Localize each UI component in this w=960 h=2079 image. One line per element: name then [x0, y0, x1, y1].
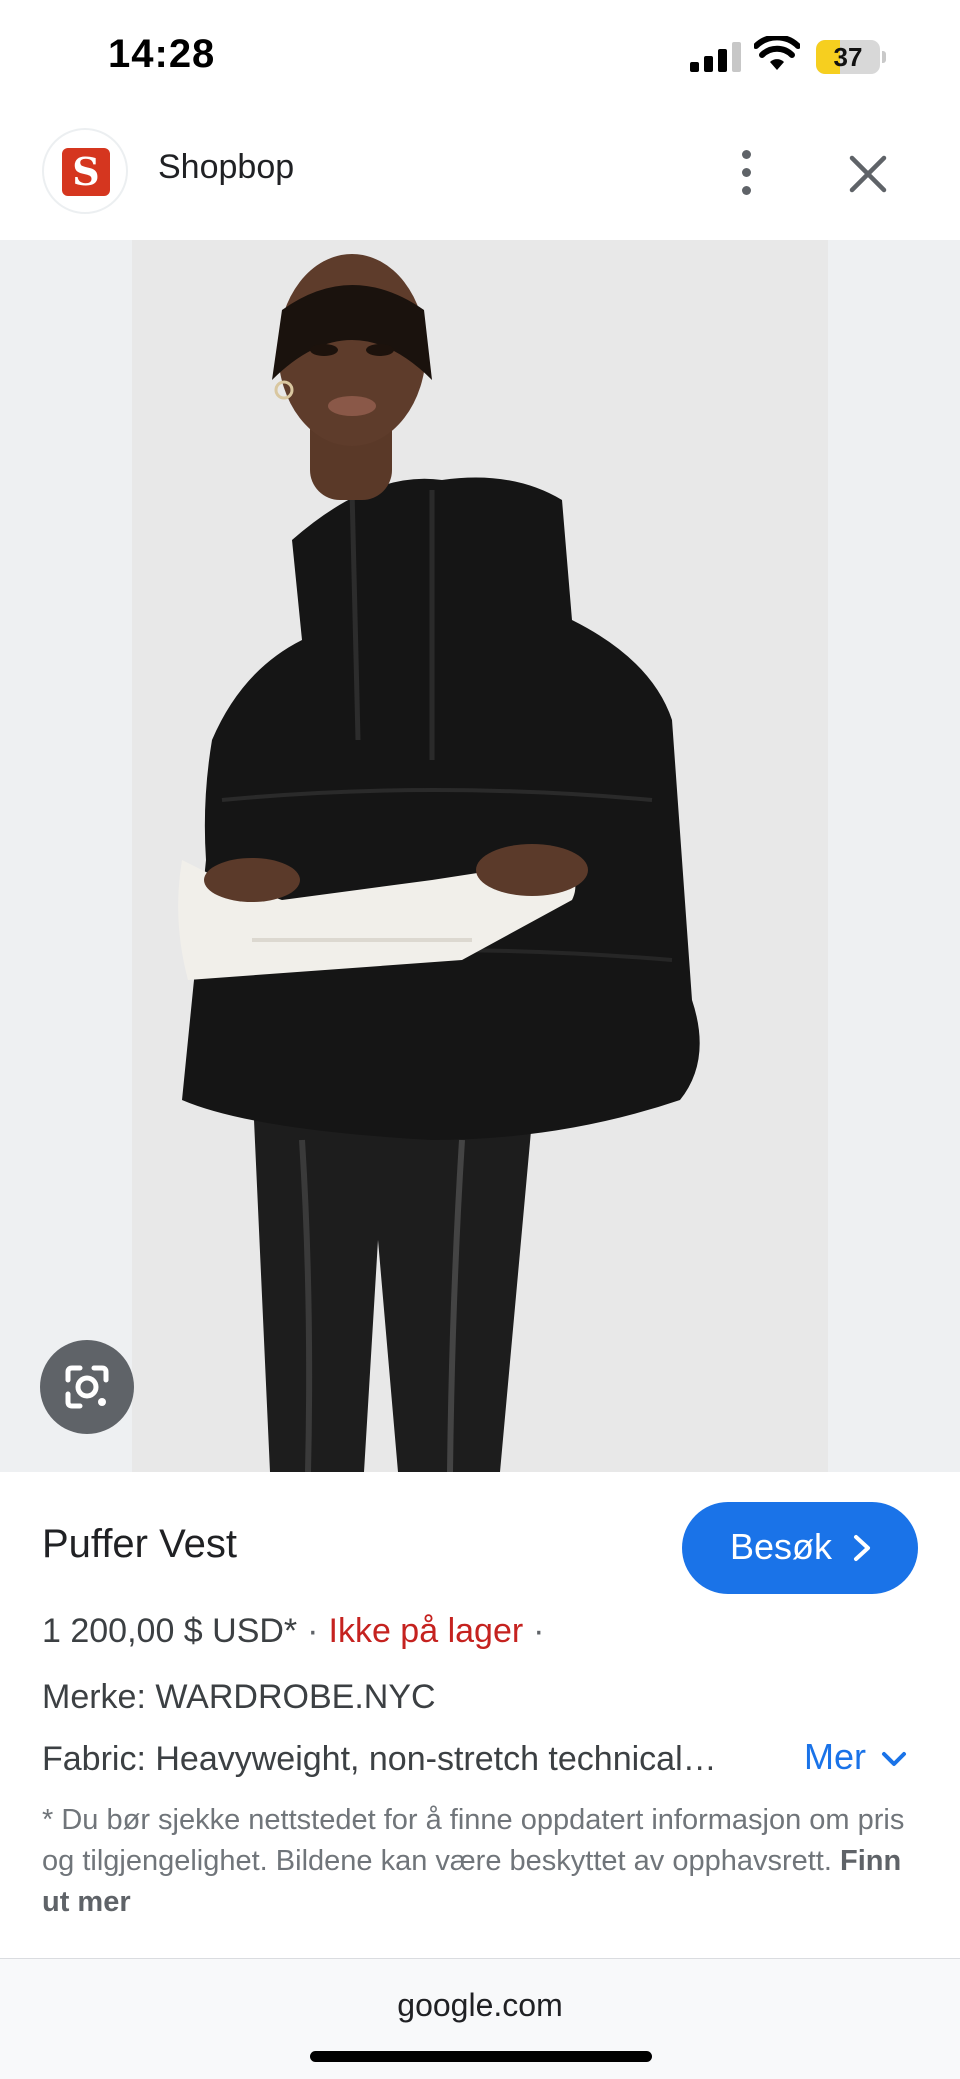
preview-header: S Shopbop: [0, 112, 960, 240]
price: 1 200,00 $ USD*: [42, 1612, 298, 1650]
price-line: 1 200,00 $ USD* · Ikke på lager ·: [42, 1612, 545, 1650]
brand: Merke: WARDROBE.NYC: [42, 1678, 436, 1716]
product-title: Puffer Vest: [42, 1522, 237, 1566]
cellular-signal-icon: [690, 42, 741, 72]
battery-icon: 37: [816, 40, 886, 74]
status-bar: 14:28 37: [0, 0, 960, 112]
home-indicator[interactable]: [310, 2051, 652, 2062]
product-image-area: [0, 240, 960, 1472]
more-button[interactable]: Mer: [804, 1736, 906, 1778]
visit-button-label: Besøk: [730, 1526, 833, 1567]
wifi-icon: [754, 36, 800, 70]
more-label: Mer: [804, 1736, 866, 1777]
battery-level: 37: [833, 42, 863, 72]
site-name[interactable]: Shopbop: [158, 148, 294, 187]
site-favicon[interactable]: S: [42, 128, 128, 214]
more-options-button[interactable]: [726, 144, 766, 200]
product-image[interactable]: [132, 240, 828, 1472]
disclaimer-text: * Du bør sjekke nettstedet for å finne o…: [42, 1804, 905, 1877]
more-vert-icon: [742, 150, 751, 159]
stock-status: Ikke på lager: [328, 1612, 524, 1650]
google-lens-icon: [65, 1365, 109, 1409]
disclaimer: * Du bør sjekke nettstedet for å finne o…: [42, 1800, 922, 1923]
url-domain[interactable]: google.com: [0, 1987, 960, 2024]
product-photo: [132, 240, 828, 1472]
chevron-down-icon: [882, 1752, 906, 1766]
status-time: 14:28: [108, 32, 216, 76]
url-bar: google.com: [0, 1958, 960, 2079]
close-icon[interactable]: [842, 148, 894, 200]
product-info-panel: Puffer Vest Besøk 1 200,00 $ USD* · Ikke p…: [0, 1472, 960, 1958]
visit-button[interactable]: Besøk: [682, 1502, 918, 1594]
fabric-description: Fabric: Heavyweight, non-stretch technic…: [42, 1740, 717, 1778]
google-lens-button[interactable]: [40, 1340, 134, 1434]
chevron-right-icon: [854, 1535, 870, 1561]
shopbop-logo-icon: S: [62, 148, 110, 196]
